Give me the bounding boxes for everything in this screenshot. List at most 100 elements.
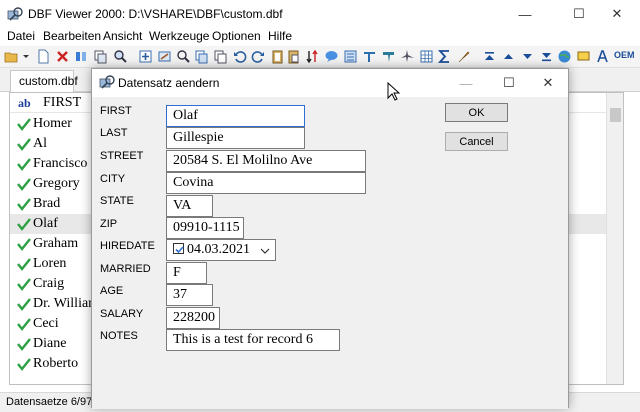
cell-first: Gregory (33, 176, 80, 191)
scrollbar-thumb[interactable] (610, 108, 621, 122)
sort-icon[interactable] (305, 49, 320, 64)
delete-icon[interactable] (55, 49, 70, 64)
hiredate-picker[interactable]: 04.03.2021 (166, 239, 276, 261)
find-next-icon[interactable] (176, 49, 191, 64)
check-icon (17, 338, 31, 351)
label-city: CITY (100, 173, 126, 185)
menu-hilfe[interactable]: Hilfe (268, 29, 292, 43)
checkmark-icon (175, 246, 184, 254)
brush-icon[interactable] (456, 49, 471, 64)
first-record-icon[interactable] (482, 49, 497, 64)
ok-button[interactable]: OK (445, 103, 508, 122)
dialog-close-button[interactable]: ✕ (526, 69, 570, 97)
cell-first: Homer (33, 116, 72, 131)
cell-first: Olaf (33, 216, 58, 231)
plane-icon[interactable] (400, 49, 415, 64)
state-input[interactable]: VA (166, 195, 213, 217)
oem-button[interactable]: OEM (614, 50, 635, 60)
city-input[interactable]: Covina (166, 172, 366, 194)
column-header-first[interactable]: FIRST (43, 95, 81, 111)
tab-custom-dbf[interactable]: custom.dbf (10, 70, 78, 92)
menu-bar: Datei Bearbeiten Ansicht Werkzeuge Optio… (0, 28, 640, 46)
cell-first: Diane (33, 336, 67, 351)
check-icon (17, 358, 31, 371)
hiredate-checkbox[interactable] (173, 243, 184, 254)
next-record-icon[interactable] (520, 49, 535, 64)
check-icon (17, 198, 31, 211)
add-icon[interactable] (138, 49, 153, 64)
first-input[interactable]: Olaf (166, 105, 305, 127)
notes-input[interactable]: This is a test for record 6 (166, 329, 340, 351)
vertical-scrollbar[interactable] (606, 93, 623, 384)
cell-first: Al (33, 136, 47, 151)
new-file-icon[interactable] (36, 49, 51, 64)
globe-icon[interactable] (557, 49, 572, 64)
last-record-icon[interactable] (539, 49, 554, 64)
cell-first: Ceci (33, 316, 59, 331)
close-button[interactable]: ✕ (594, 0, 640, 28)
cell-first: Roberto (33, 356, 79, 371)
dropdown-arrow-icon[interactable] (22, 49, 30, 64)
married-input[interactable]: F (166, 262, 207, 284)
age-input[interactable]: 37 (166, 284, 213, 306)
copy-record-icon[interactable] (194, 49, 209, 64)
label-street: STREET (100, 150, 144, 162)
prev-record-icon[interactable] (501, 49, 516, 64)
comment-bubble-icon[interactable] (324, 49, 339, 64)
undo-icon[interactable] (232, 49, 247, 64)
edit-icon[interactable] (157, 49, 172, 64)
mouse-cursor-icon (387, 82, 401, 101)
grid-icon[interactable] (419, 49, 434, 64)
check-icon (17, 158, 31, 171)
minimize-button[interactable]: — (502, 0, 548, 28)
last-input[interactable]: Gillespie (166, 127, 305, 149)
cell-first: Dr. William (33, 296, 100, 311)
structure-icon[interactable] (362, 49, 377, 64)
cell-first: Francisco (33, 156, 88, 171)
label-hiredate: HIREDATE (100, 240, 155, 252)
chevron-down-icon[interactable] (260, 246, 270, 256)
zip-input[interactable]: 09910-1115 (166, 217, 244, 239)
toolbar: OEM (0, 46, 640, 68)
app-logo-icon (99, 75, 115, 89)
label-notes: NOTES (100, 330, 138, 342)
dialog-maximize-button[interactable]: ☐ (487, 69, 531, 97)
filter-icon[interactable] (74, 49, 89, 64)
check-icon (17, 178, 31, 191)
menu-optionen[interactable]: Optionen (212, 29, 261, 43)
menu-bearbeiten[interactable]: Bearbeiten (43, 29, 101, 43)
open-folder-icon[interactable] (4, 49, 19, 64)
cancel-button[interactable]: Cancel (445, 132, 508, 151)
main-titlebar: DBF Viewer 2000: D:\VSHARE\DBF\custom.db… (0, 0, 640, 28)
search-icon[interactable] (113, 49, 128, 64)
menu-ansicht[interactable]: Ansicht (103, 29, 142, 43)
sum-icon[interactable] (437, 49, 452, 64)
check-icon (17, 238, 31, 251)
app-logo-icon (7, 7, 23, 21)
check-icon (17, 278, 31, 291)
check-icon (17, 318, 31, 331)
paste-icon[interactable] (286, 49, 301, 64)
label-salary: SALARY (100, 308, 144, 320)
font-icon[interactable] (595, 49, 610, 64)
duplicate-icon[interactable] (213, 49, 228, 64)
cell-first: Craig (33, 276, 65, 291)
dialog-body: FIRST Olaf LAST Gillespie STREET 20584 S… (92, 97, 568, 409)
calc-icon[interactable] (343, 49, 358, 64)
street-input[interactable]: 20584 S. El Molilno Ave (166, 150, 366, 172)
check-icon (17, 138, 31, 151)
redo-icon[interactable] (251, 49, 266, 64)
copy-icon[interactable] (93, 49, 108, 64)
salary-input[interactable]: 228200 (166, 307, 220, 329)
clipboard-icon[interactable] (270, 49, 285, 64)
edit-record-dialog: Datensatz aendern — ☐ ✕ FIRST Olaf LAST … (91, 68, 570, 409)
pin-icon[interactable] (381, 49, 396, 64)
check-icon (17, 118, 31, 131)
dialog-minimize-button[interactable]: — (444, 69, 488, 97)
menu-werkzeuge[interactable]: Werkzeuge (149, 29, 209, 43)
cell-first: Graham (33, 236, 79, 251)
label-last: LAST (100, 127, 128, 139)
menu-datei[interactable]: Datei (7, 29, 35, 43)
label-age: AGE (100, 285, 124, 297)
comment-icon[interactable] (576, 49, 591, 64)
